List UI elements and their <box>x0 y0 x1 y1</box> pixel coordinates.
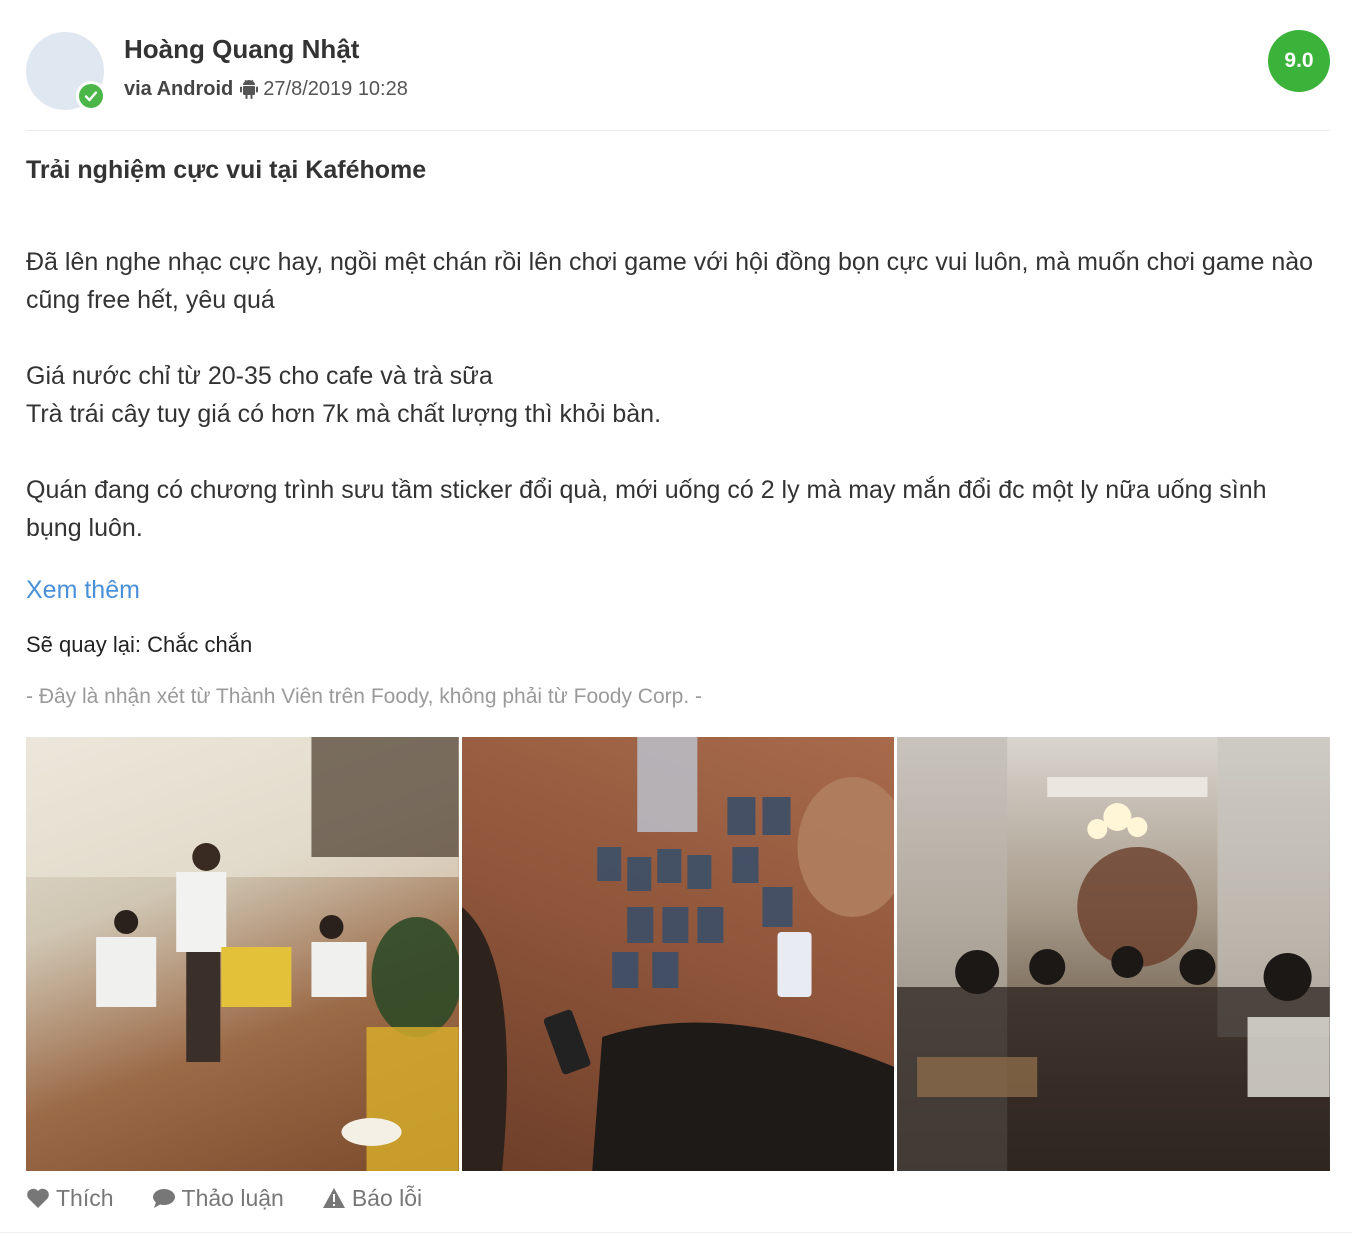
photo-cafe-floor-seating[interactable] <box>26 737 459 1171</box>
review-timestamp: 27/8/2019 10:28 <box>263 78 408 100</box>
verified-check-icon <box>76 81 106 111</box>
heart-icon <box>27 1188 49 1208</box>
review-paragraph: Đã lên nghe nhạc cực hay, ngồi mệt chán … <box>26 248 1314 314</box>
review-title[interactable]: Trải nghiệm cực vui tại Kaféhome <box>26 156 426 185</box>
disclaimer: - Đây là nhận xét từ Thành Viên trên Foo… <box>26 685 702 708</box>
review-meta: via Android 27/8/2019 10:28 <box>124 78 408 101</box>
bottom-divider <box>0 1232 1352 1233</box>
header-divider <box>26 130 1330 131</box>
photo-gallery <box>26 737 1331 1171</box>
reviewer-name[interactable]: Hoàng Quang Nhật <box>124 34 359 65</box>
comment-icon <box>152 1189 175 1208</box>
review-actions: Thích Thảo luận Báo lỗi <box>26 1182 422 1214</box>
photo-cafe-interior-music[interactable] <box>897 737 1331 1171</box>
android-icon <box>240 79 259 99</box>
review-body: Đã lên nghe nhạc cực hay, ngồi mệt chán … <box>26 243 1326 547</box>
score-badge: 9.0 <box>1268 30 1330 92</box>
review-paragraph: Giá nước chỉ từ 20-35 cho cafe và trà sữ… <box>26 362 493 390</box>
review-paragraph: Quán đang có chương trình sưu tầm sticke… <box>26 476 1267 542</box>
warning-icon <box>322 1188 345 1208</box>
report-button[interactable]: Báo lỗi <box>322 1185 422 1212</box>
discuss-label: Thảo luận <box>181 1184 284 1211</box>
review-header: Hoàng Quang Nhật via Android 27/8/2019 1… <box>26 30 1330 130</box>
return-intent: Sẽ quay lại: Chắc chắn <box>26 632 253 657</box>
via-device: via Android <box>124 78 234 100</box>
discuss-button[interactable]: Thảo luận <box>152 1185 284 1212</box>
photo-board-game-cards[interactable] <box>461 737 895 1171</box>
like-button[interactable]: Thích <box>26 1185 114 1212</box>
report-label: Báo lỗi <box>351 1184 423 1211</box>
like-label: Thích <box>56 1184 114 1211</box>
review-paragraph: Trà trái cây tuy giá có hơn 7k mà chất l… <box>26 400 662 428</box>
see-more-link[interactable]: Xem thêm <box>26 576 140 605</box>
